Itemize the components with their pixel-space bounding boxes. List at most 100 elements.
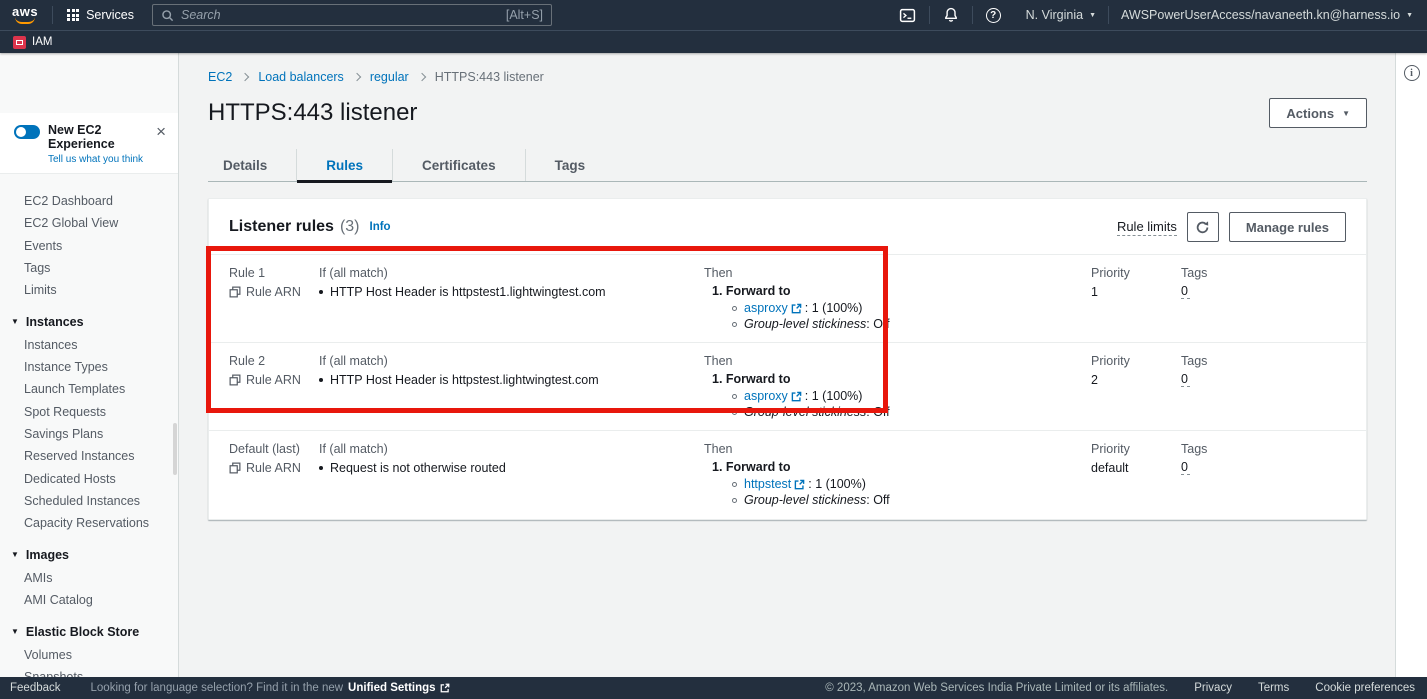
region-selector[interactable]: N. Virginia ▼ bbox=[1014, 0, 1108, 30]
tags-count-link[interactable]: 0 bbox=[1181, 460, 1190, 475]
sidebar-item-savings-plans[interactable]: Savings Plans bbox=[0, 423, 178, 445]
info-link[interactable]: Info bbox=[370, 221, 391, 233]
chevron-right-icon bbox=[241, 73, 249, 81]
sidebar-item-ami-catalog[interactable]: AMI Catalog bbox=[0, 589, 178, 611]
rule-condition: Request is not otherwise routed bbox=[319, 460, 704, 476]
terms-link[interactable]: Terms bbox=[1258, 682, 1289, 694]
target-group-line: asproxy : 1 (100%) bbox=[732, 388, 1091, 404]
sidebar-section-ebs[interactable]: ▼ Elastic Block Store bbox=[0, 621, 178, 643]
info-panel-icon[interactable]: i bbox=[1404, 65, 1420, 81]
help-button[interactable]: ? bbox=[973, 0, 1014, 30]
open-bullet-icon bbox=[732, 322, 737, 327]
bullet-icon bbox=[319, 378, 323, 382]
chevron-down-icon: ▼ bbox=[1089, 12, 1096, 19]
close-icon[interactable]: × bbox=[156, 125, 166, 138]
tab-certificates[interactable]: Certificates bbox=[392, 149, 525, 181]
account-label: AWSPowerUserAccess/navaneeth.kn@harness.… bbox=[1121, 8, 1400, 22]
tags-count-link[interactable]: 0 bbox=[1181, 284, 1190, 299]
search-input[interactable]: Search [Alt+S] bbox=[152, 4, 552, 26]
actions-button[interactable]: Actions ▼ bbox=[1269, 98, 1367, 128]
rule-tags-cell: Tags 0 bbox=[1181, 353, 1366, 420]
unified-settings-link[interactable]: Unified Settings bbox=[348, 682, 450, 694]
aws-console-page: aws Services Search [Alt+S] ? bbox=[0, 0, 1427, 699]
sidebar-item-spot-requests[interactable]: Spot Requests bbox=[0, 401, 178, 423]
rule-arn-copy[interactable]: Rule ARN bbox=[229, 372, 319, 388]
tab-tags[interactable]: Tags bbox=[525, 149, 615, 181]
sidebar-item-launch-templates[interactable]: Launch Templates bbox=[0, 378, 178, 400]
sidebar-item-ec2-global-view[interactable]: EC2 Global View bbox=[0, 212, 178, 234]
cloudshell-button[interactable] bbox=[886, 0, 929, 30]
sidebar-item-events[interactable]: Events bbox=[0, 235, 178, 257]
sidebar-section-images[interactable]: ▼ Images bbox=[0, 544, 178, 566]
tab-rules[interactable]: Rules bbox=[296, 149, 392, 181]
open-bullet-icon bbox=[732, 482, 737, 487]
refresh-button[interactable] bbox=[1187, 212, 1219, 242]
sidebar-item-snapshots[interactable]: Snapshots bbox=[0, 666, 178, 677]
aws-logo[interactable]: aws bbox=[0, 6, 52, 24]
sidebar-item-reserved-instances[interactable]: Reserved Instances bbox=[0, 445, 178, 467]
card-title: Listener rules bbox=[229, 218, 334, 236]
tab-details[interactable]: Details bbox=[208, 149, 296, 181]
rule-condition: HTTP Host Header is httpstest.lightwingt… bbox=[319, 372, 704, 388]
services-label: Services bbox=[86, 8, 134, 22]
breadcrumb-regular[interactable]: regular bbox=[370, 70, 409, 84]
bullet-icon bbox=[319, 466, 323, 470]
stickiness-value: : Off bbox=[866, 493, 889, 507]
main-content: EC2 Load balancers regular HTTPS:443 lis… bbox=[180, 53, 1394, 677]
footer: Feedback Looking for language selection?… bbox=[0, 677, 1427, 699]
external-link-icon bbox=[440, 683, 450, 693]
sidebar-item-tags[interactable]: Tags bbox=[0, 257, 178, 279]
account-menu[interactable]: AWSPowerUserAccess/navaneeth.kn@harness.… bbox=[1109, 0, 1427, 30]
notifications-button[interactable] bbox=[930, 0, 972, 30]
rule-row-default: Default (last) Rule ARN If (all match) R… bbox=[209, 430, 1366, 519]
iam-label: IAM bbox=[32, 36, 52, 48]
tags-count-link[interactable]: 0 bbox=[1181, 372, 1190, 387]
cookie-preferences-link[interactable]: Cookie preferences bbox=[1315, 682, 1415, 694]
new-experience-text: New EC2 Experience Tell us what you thin… bbox=[48, 123, 168, 165]
search-icon bbox=[161, 9, 174, 22]
stickiness-value: : Off bbox=[866, 405, 889, 419]
breadcrumb-ec2[interactable]: EC2 bbox=[208, 70, 232, 84]
sidebar-section-instances[interactable]: ▼ Instances bbox=[0, 311, 178, 333]
rule-arn-copy[interactable]: Rule ARN bbox=[229, 284, 319, 300]
triangle-down-icon: ▼ bbox=[11, 621, 19, 643]
rule-row-2: Rule 2 Rule ARN If (all match) HTTP Host… bbox=[209, 342, 1366, 430]
aws-logo-text: aws bbox=[12, 6, 38, 17]
target-group-link[interactable]: asproxy bbox=[744, 388, 802, 404]
rule-priority-cell: Priority default bbox=[1091, 441, 1181, 508]
sidebar-item-capacity-reservations[interactable]: Capacity Reservations bbox=[0, 512, 178, 534]
sidebar-item-volumes[interactable]: Volumes bbox=[0, 644, 178, 666]
target-group-link[interactable]: asproxy bbox=[744, 300, 802, 316]
manage-rules-button[interactable]: Manage rules bbox=[1229, 212, 1346, 242]
privacy-link[interactable]: Privacy bbox=[1194, 682, 1232, 694]
sidebar-item-dedicated-hosts[interactable]: Dedicated Hosts bbox=[0, 468, 178, 490]
tell-us-link[interactable]: Tell us what you think bbox=[48, 154, 168, 165]
breadcrumb-load-balancers[interactable]: Load balancers bbox=[258, 70, 343, 84]
open-bullet-icon bbox=[732, 410, 737, 415]
sidebar-item-ec2-dashboard[interactable]: EC2 Dashboard bbox=[0, 190, 178, 212]
sidebar-item-scheduled-instances[interactable]: Scheduled Instances bbox=[0, 490, 178, 512]
stickiness-label: Group-level stickiness bbox=[744, 493, 866, 507]
triangle-down-icon: ▼ bbox=[11, 311, 19, 333]
sidebar-item-limits[interactable]: Limits bbox=[0, 279, 178, 301]
title-row: HTTPS:443 listener Actions ▼ bbox=[180, 84, 1394, 128]
forward-to-label: 1. Forward to bbox=[712, 371, 1091, 388]
target-group-link[interactable]: httpstest bbox=[744, 476, 805, 492]
forward-to-label: 1. Forward to bbox=[712, 459, 1091, 476]
target-detail: : 1 (100%) bbox=[808, 476, 866, 492]
sidebar-scrollbar[interactable] bbox=[173, 423, 177, 475]
feedback-link[interactable]: Feedback bbox=[0, 682, 91, 694]
rule-name-cell: Rule 2 Rule ARN bbox=[229, 353, 319, 420]
rule-limits-link[interactable]: Rule limits bbox=[1117, 219, 1177, 236]
services-menu-button[interactable]: Services bbox=[53, 0, 148, 30]
rule-name: Rule 2 bbox=[229, 353, 319, 369]
listener-rules-card: Listener rules (3) Info Rule limits Mana… bbox=[208, 198, 1367, 520]
sidebar-item-instance-types[interactable]: Instance Types bbox=[0, 356, 178, 378]
rule-row-1: Rule 1 Rule ARN If (all match) HTTP Host… bbox=[209, 254, 1366, 342]
new-experience-toggle[interactable] bbox=[14, 125, 40, 139]
favorite-iam-link[interactable]: IAM bbox=[13, 36, 52, 49]
rule-arn-copy[interactable]: Rule ARN bbox=[229, 460, 319, 476]
sidebar-item-amis[interactable]: AMIs bbox=[0, 567, 178, 589]
sidebar-item-instances[interactable]: Instances bbox=[0, 334, 178, 356]
help-panel-strip: i bbox=[1395, 53, 1427, 677]
